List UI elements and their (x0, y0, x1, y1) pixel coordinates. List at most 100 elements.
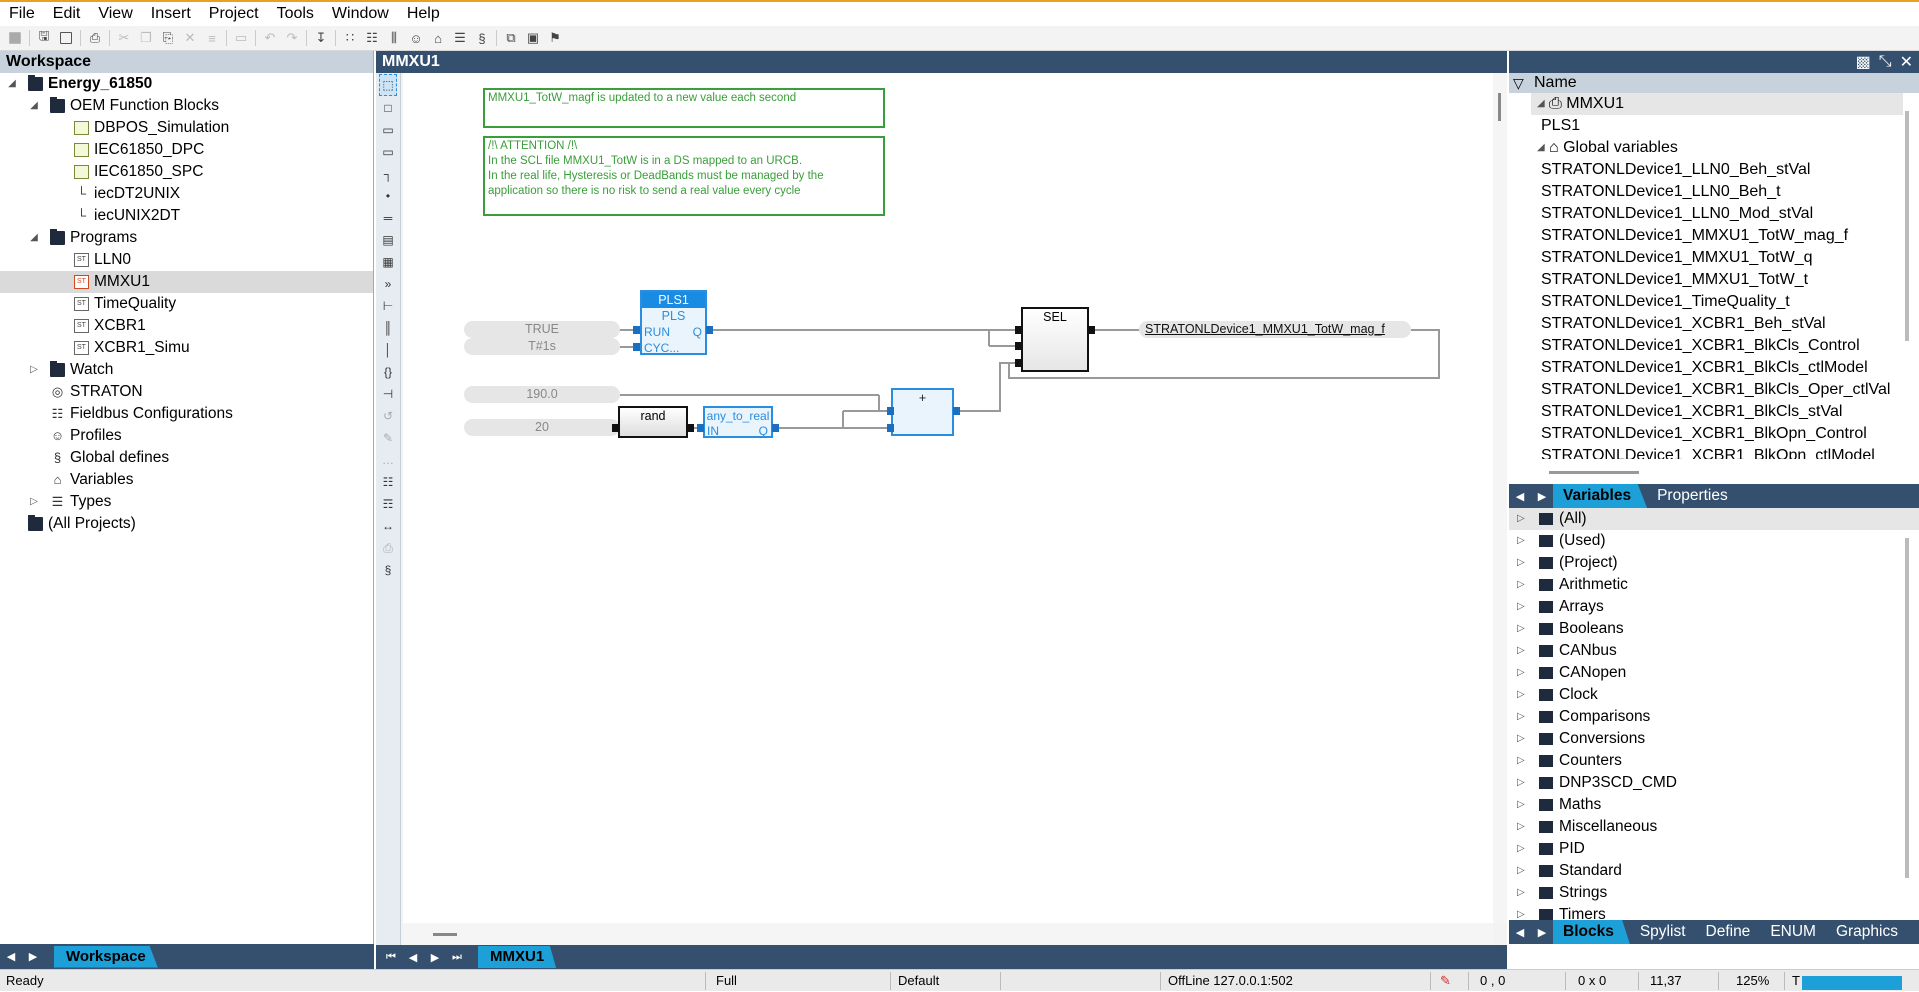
tab-define[interactable]: Define (1696, 920, 1761, 944)
variable-row[interactable]: STRATONLDevice1_MMXU1_TotW_t (1531, 269, 1903, 291)
menu-item-help[interactable]: Help (398, 2, 449, 26)
comment-box-1[interactable]: MMXU1_TotW_magf is updated to a new valu… (483, 88, 885, 128)
variable-tool-icon[interactable]: ▭ (376, 119, 400, 141)
tab-blocks[interactable]: Blocks (1553, 920, 1630, 944)
block-category[interactable]: ▷ (All) (1509, 508, 1919, 530)
variable-row[interactable]: ◢ ⌂ Global variables (1531, 137, 1903, 159)
block-category[interactable]: ▷ Miscellaneous (1509, 816, 1919, 838)
column-name[interactable]: Name (1534, 73, 1577, 93)
tree-item[interactable]: ☺ Profiles (0, 425, 373, 447)
tab-last-icon[interactable]: ⏭ (446, 951, 468, 964)
tab-next-icon[interactable]: ▶ (1531, 926, 1553, 939)
variable-row[interactable]: STRATONLDevice1_LLN0_Beh_stVal (1531, 159, 1903, 181)
expand-arrow-icon[interactable]: ▷ (28, 491, 40, 513)
variables-scrollbar[interactable] (1905, 111, 1909, 341)
tree-item[interactable]: ▷ ☰ Types (0, 491, 373, 513)
tile-icon[interactable]: ▩ (1856, 52, 1871, 72)
block-category[interactable]: ▷ Conversions (1509, 728, 1919, 750)
block-category[interactable]: ▷ Maths (1509, 794, 1919, 816)
right-rail-icon[interactable]: ⊣ (376, 383, 400, 405)
collapse-arrow-icon[interactable]: ◢ (28, 227, 40, 249)
output-variable[interactable]: STRATONLDevice1_MMXU1_TotW_mag_f (1139, 321, 1411, 338)
block-category[interactable]: ▷ Arrays (1509, 596, 1919, 618)
variable-row[interactable]: STRATONLDevice1_LLN0_Mod_stVal (1531, 203, 1903, 225)
tab-spylist[interactable]: Spylist (1630, 920, 1696, 944)
tab-prev-icon[interactable]: ◀ (402, 951, 424, 964)
tab-mmxu1[interactable]: MMXU1 (478, 946, 557, 968)
io-icon[interactable]: ⫼ (383, 28, 405, 48)
page-tool-icon[interactable]: ⎙ (376, 537, 400, 559)
filter-icon[interactable]: ▽ (1513, 75, 1524, 92)
pls-function-block[interactable]: PLS1 PLS RUN CYC... Q (640, 290, 707, 355)
diagram-canvas[interactable]: MMXU1_TotW_magf is updated to a new valu… (403, 73, 1493, 923)
expand-arrow-icon[interactable]: ▷ (1517, 706, 1525, 728)
arrows-tool-icon[interactable]: ↔ (376, 515, 400, 537)
expand-arrow-icon[interactable]: ▷ (1517, 552, 1525, 574)
blocks-scrollbar[interactable] (1905, 538, 1909, 878)
variable-row[interactable]: STRATONLDevice1_LLN0_Beh_t (1531, 181, 1903, 203)
collapse-arrow-icon[interactable]: ◢ (1537, 137, 1545, 159)
block-tool-icon[interactable]: □ (376, 97, 400, 119)
tab-workspace[interactable]: Workspace (54, 945, 158, 968)
expand-arrow-icon[interactable]: ▷ (1517, 728, 1525, 750)
coil-tool-icon[interactable]: {} (376, 361, 400, 383)
grid-icon[interactable]: ∷ (339, 28, 361, 48)
tab-enum[interactable]: ENUM (1760, 920, 1826, 944)
tab-variables[interactable]: Variables (1553, 484, 1648, 508)
jump-tool-icon[interactable]: ▤ (376, 229, 400, 251)
dots-tool-icon[interactable]: … (376, 449, 400, 471)
expand-arrow-icon[interactable]: ▷ (1517, 860, 1525, 882)
tree-item[interactable]: DBPOS_Simulation (0, 117, 373, 139)
copy-icon[interactable]: ❐ (135, 28, 157, 48)
expand-arrow-icon[interactable]: ▷ (1517, 750, 1525, 772)
block-category[interactable]: ▷ Booleans (1509, 618, 1919, 640)
cut-icon[interactable]: ✂ (113, 28, 135, 48)
tab-first-icon[interactable]: ⏮ (380, 951, 402, 964)
tab-next-icon[interactable]: ▶ (22, 950, 44, 963)
monitor-icon[interactable]: ▣ (522, 28, 544, 48)
expand-arrow-icon[interactable]: ▷ (1517, 794, 1525, 816)
variable-row[interactable]: STRATONLDevice1_XCBR1_BlkOpn_Control (1531, 423, 1903, 445)
block-category[interactable]: ▷ Timers (1509, 904, 1919, 920)
hierarchy-tool-icon[interactable]: ☶ (376, 493, 400, 515)
block-category[interactable]: ▷ DNP3SCD_CMD (1509, 772, 1919, 794)
align-icon[interactable]: ≡ (201, 28, 223, 48)
variable-row[interactable]: ◢ ⎙ MMXU1 (1531, 93, 1903, 115)
tree-item[interactable]: ◢ OEM Function Blocks (0, 95, 373, 117)
block-category[interactable]: ▷ PID (1509, 838, 1919, 860)
block-category[interactable]: ▷ CANbus (1509, 640, 1919, 662)
constant-true[interactable]: TRUE (464, 321, 620, 338)
collapse-arrow-icon[interactable]: ◢ (1537, 93, 1545, 115)
redo-icon[interactable]: ↷ (281, 28, 303, 48)
tree-item[interactable]: ST MMXU1 (0, 271, 373, 293)
fieldbus-icon[interactable]: ☷ (361, 28, 383, 48)
variable-row[interactable]: PLS1 (1531, 115, 1903, 137)
tab-properties[interactable]: Properties (1647, 484, 1738, 508)
expand-arrow-icon[interactable]: ▷ (1517, 508, 1525, 530)
defines-icon[interactable]: § (471, 28, 493, 48)
tree-item[interactable]: ◢ Programs (0, 227, 373, 249)
tree-item[interactable]: ◢ Energy_61850 (0, 73, 373, 95)
block-category[interactable]: ▷ Standard (1509, 860, 1919, 882)
expand-arrow-icon[interactable]: ▷ (1517, 772, 1525, 794)
block-category[interactable]: ▷ Strings (1509, 882, 1919, 904)
comment-box-2[interactable]: /!\ ATTENTION /!\ In the SCL file MMXU1_… (483, 136, 885, 216)
variable-row[interactable]: STRATONLDevice1_XCBR1_BlkCls_Control (1531, 335, 1903, 357)
comment-tool-icon[interactable]: ▭ (376, 141, 400, 163)
block-category[interactable]: ▷ CANopen (1509, 662, 1919, 684)
menu-item-insert[interactable]: Insert (142, 2, 200, 26)
tree-item[interactable]: ⌂ Variables (0, 469, 373, 491)
expand-arrow-icon[interactable]: ▷ (1517, 882, 1525, 904)
tree-item[interactable]: └ iecUNIX2DT (0, 205, 373, 227)
menu-item-project[interactable]: Project (200, 2, 268, 26)
tree-item[interactable]: IEC61850_DPC (0, 139, 373, 161)
expand-arrow-icon[interactable]: ▷ (1517, 684, 1525, 706)
constant-t1s[interactable]: T#1s (464, 338, 620, 355)
tree-item[interactable]: (All Projects) (0, 513, 373, 535)
frame-icon[interactable]: ▭ (230, 28, 252, 48)
left-rail-icon[interactable]: ⊢ (376, 295, 400, 317)
tab-prev-icon[interactable]: ◀ (0, 950, 22, 963)
expand-arrow-icon[interactable]: ▷ (1517, 816, 1525, 838)
collapse-arrow-icon[interactable]: ◢ (6, 73, 18, 95)
tree-item[interactable]: ST TimeQuality (0, 293, 373, 315)
